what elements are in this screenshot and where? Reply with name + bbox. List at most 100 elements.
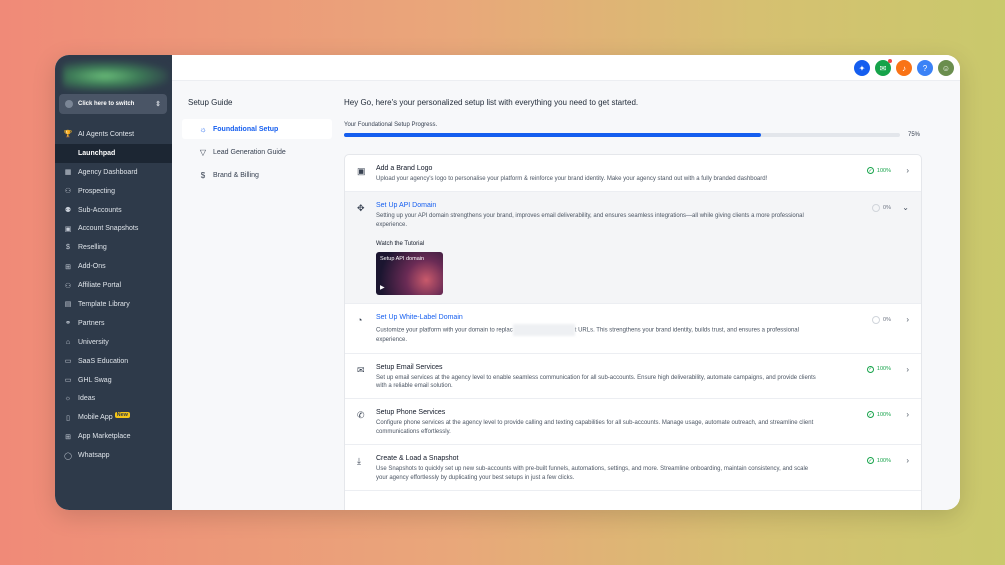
topbar-actions: ✦ ✉ ♪? ☺ [854, 59, 954, 76]
magic-wand-icon[interactable]: ✦ [854, 60, 870, 76]
task-status: ✓ 100% [866, 167, 891, 174]
sidebar-item-whatsapp[interactable]: ◯ Whatsapp [55, 446, 172, 465]
sidebar-item-ghl-swag[interactable]: ▭ GHL Swag [55, 371, 172, 390]
chevron-right-icon[interactable]: › [906, 456, 909, 465]
education-icon: ▭ [64, 358, 72, 366]
chevron-right-icon[interactable]: › [906, 410, 909, 419]
help-icon[interactable]: ? [917, 60, 933, 76]
main-content: Hey Go, here's your personalized setup l… [332, 81, 960, 510]
sidebar-item-label: Prospecting [78, 187, 115, 195]
phone-icon: ✆ [357, 410, 365, 421]
chevron-updown-icon: ⇕ [155, 101, 161, 108]
sidebar-item-saas-education[interactable]: ▭ SaaS Education [55, 352, 172, 371]
sidebar-item-label: GHL Swag [78, 376, 112, 384]
tutorial-video-title: Setup API domain [380, 256, 425, 263]
sidebar-item-agency-dashboard[interactable]: ▦ Agency Dashboard [55, 163, 172, 182]
app-window: Click here to switch ⇕ 🏆 AI Agents Contes… [55, 55, 960, 510]
task-status-value: 100% [876, 411, 891, 418]
task-title[interactable]: Add a Brand Logo [376, 165, 861, 172]
bell-icon[interactable]: ♪ [896, 60, 912, 76]
addons-icon: ⊞ [65, 263, 71, 271]
sidebar-item-label: Add-Ons [78, 263, 106, 271]
task-title[interactable]: Create & Load a Snapshot [376, 455, 861, 462]
guide-item-foundational-setup[interactable]: ☼ Foundational Setup [182, 119, 332, 139]
task-card[interactable]: ✥ Set Up API Domain Setting up your API do… [345, 192, 921, 305]
task-card[interactable]: ◔ Set Up White-Label Domain Customize your… [345, 304, 921, 354]
sidebar-item-label: SaaS Education [78, 357, 129, 365]
progress-bar [344, 133, 900, 137]
progress-percent: 75% [908, 132, 921, 138]
guide-item-label: Lead Generation Guide [213, 148, 286, 156]
sun-icon: ☼ [199, 124, 207, 134]
download-icon: ⤓ [357, 456, 361, 467]
sidebar-item-app-marketplace[interactable]: ⊞ App Marketplace [55, 427, 172, 446]
megaphone-icon[interactable]: ✉ [875, 59, 892, 76]
sidebar-item-university[interactable]: ⌂ University [55, 333, 172, 352]
chevron-right-icon[interactable]: › [906, 166, 909, 175]
sidebar-item-label: Partners [78, 319, 105, 327]
task-status-value: 100% [876, 366, 891, 373]
sidebar-item-sub-accounts[interactable]: ⚉ Sub-Accounts [55, 201, 172, 220]
chevron-right-icon[interactable]: › [906, 315, 909, 324]
play-icon[interactable]: ▶ [380, 284, 385, 291]
swag-icon: ▭ [64, 377, 72, 385]
sidebar-item-launchpad[interactable]: Launchpad [55, 143, 172, 163]
sidebar-item-add-ons[interactable]: ⊞ Add-Ons [55, 257, 172, 276]
lightbulb-icon: ☼ [64, 395, 72, 403]
sidebar-item-mobile-app[interactable]: ▯ Mobile App New [55, 408, 172, 427]
sidebar-item-ideas[interactable]: ☼ Ideas [55, 389, 172, 408]
task-status-value: 100% [876, 457, 891, 464]
task-title[interactable]: Setup Email Services [376, 364, 861, 371]
check-circle-icon: ✓ [866, 457, 874, 465]
trophy-icon: 🏆 [63, 131, 73, 139]
sidebar-item-ai-agents-contest[interactable]: 🏆 AI Agents Contest [55, 125, 172, 144]
avatar-icon[interactable]: ☺ [938, 60, 954, 76]
chevron-down-icon[interactable]: ⌄ [902, 203, 909, 212]
setup-guide-title: Setup Guide [188, 98, 233, 107]
dashboard-icon: ▦ [64, 169, 72, 177]
task-description: Set up email services at the agency leve… [376, 374, 816, 389]
setup-guide-list: ☼ Foundational Setup ▽ Lead Generation Guid… [182, 119, 332, 188]
sidebar-item-affiliate-portal[interactable]: ⚇ Affiliate Portal [55, 276, 172, 295]
task-status-value: 0% [883, 317, 891, 324]
check-circle-icon: ✓ [866, 167, 874, 174]
guide-item-brand-billing[interactable]: $ Brand & Billing [182, 165, 332, 185]
brand-logo-icon: ▣ [357, 166, 366, 176]
sidebar-item-label: Whatsapp [78, 452, 110, 460]
progress-label: Your Foundational Setup Progress. [344, 122, 438, 128]
task-description-part: Customize your platform with your domain… [376, 327, 513, 334]
funnel-icon: ▽ [199, 147, 207, 157]
chevron-right-icon[interactable]: › [906, 365, 909, 374]
sidebar-item-reselling[interactable]: $ Reselling [55, 238, 172, 257]
task-card[interactable]: ✉ Setup Email Services Set up email servic… [345, 354, 921, 400]
task-status-value: 0% [883, 205, 891, 212]
account-avatar-icon [65, 100, 73, 108]
task-status: 0% [872, 316, 891, 325]
guide-item-lead-generation-guide[interactable]: ▽ Lead Generation Guide [182, 142, 332, 162]
tutorial-video-thumbnail[interactable]: Setup API domain ▶ [376, 252, 443, 296]
task-card[interactable]: ⤓ Create & Load a Snapshot Use Snapshots t… [345, 445, 921, 491]
sidebar-item-label: Template Library [78, 300, 130, 308]
empty-circle-icon [872, 204, 881, 213]
sidebar-item-prospecting[interactable]: ⚇ Prospecting [55, 182, 172, 201]
task-card[interactable]: ▣ Add a Brand Logo Upload your agency's lo… [345, 155, 921, 193]
task-title[interactable]: Set Up White-Label Domain [376, 314, 861, 321]
sidebar-item-label: Reselling [78, 244, 107, 252]
task-card[interactable]: ✆ Setup Phone Services Configure phone ser… [345, 399, 921, 446]
sidebar-item-label: Launchpad [78, 149, 116, 157]
agency-logo [63, 61, 168, 91]
empty-circle-icon [872, 316, 881, 325]
sidebar-item-account-snapshots[interactable]: ▣ Account Snapshots [55, 219, 172, 238]
greeting: Hey Go, here's your personalized setup l… [344, 98, 639, 107]
notification-dot [888, 59, 892, 63]
guide-item-label: Foundational Setup [213, 125, 279, 133]
new-badge: New [114, 411, 130, 418]
check-circle-icon: ✓ [866, 365, 874, 373]
sidebar-item-label: University [78, 338, 109, 346]
task-title[interactable]: Set Up API Domain [376, 202, 861, 209]
sidebar-item-template-library[interactable]: ▤ Template Library [55, 295, 172, 314]
task-title[interactable]: Setup Phone Services [376, 409, 861, 416]
account-switcher[interactable]: Click here to switch ⇕ [59, 94, 167, 114]
sidebar-item-partners[interactable]: ⚭ Partners [55, 314, 172, 333]
sidebar-item-label: App Marketplace [78, 433, 131, 441]
